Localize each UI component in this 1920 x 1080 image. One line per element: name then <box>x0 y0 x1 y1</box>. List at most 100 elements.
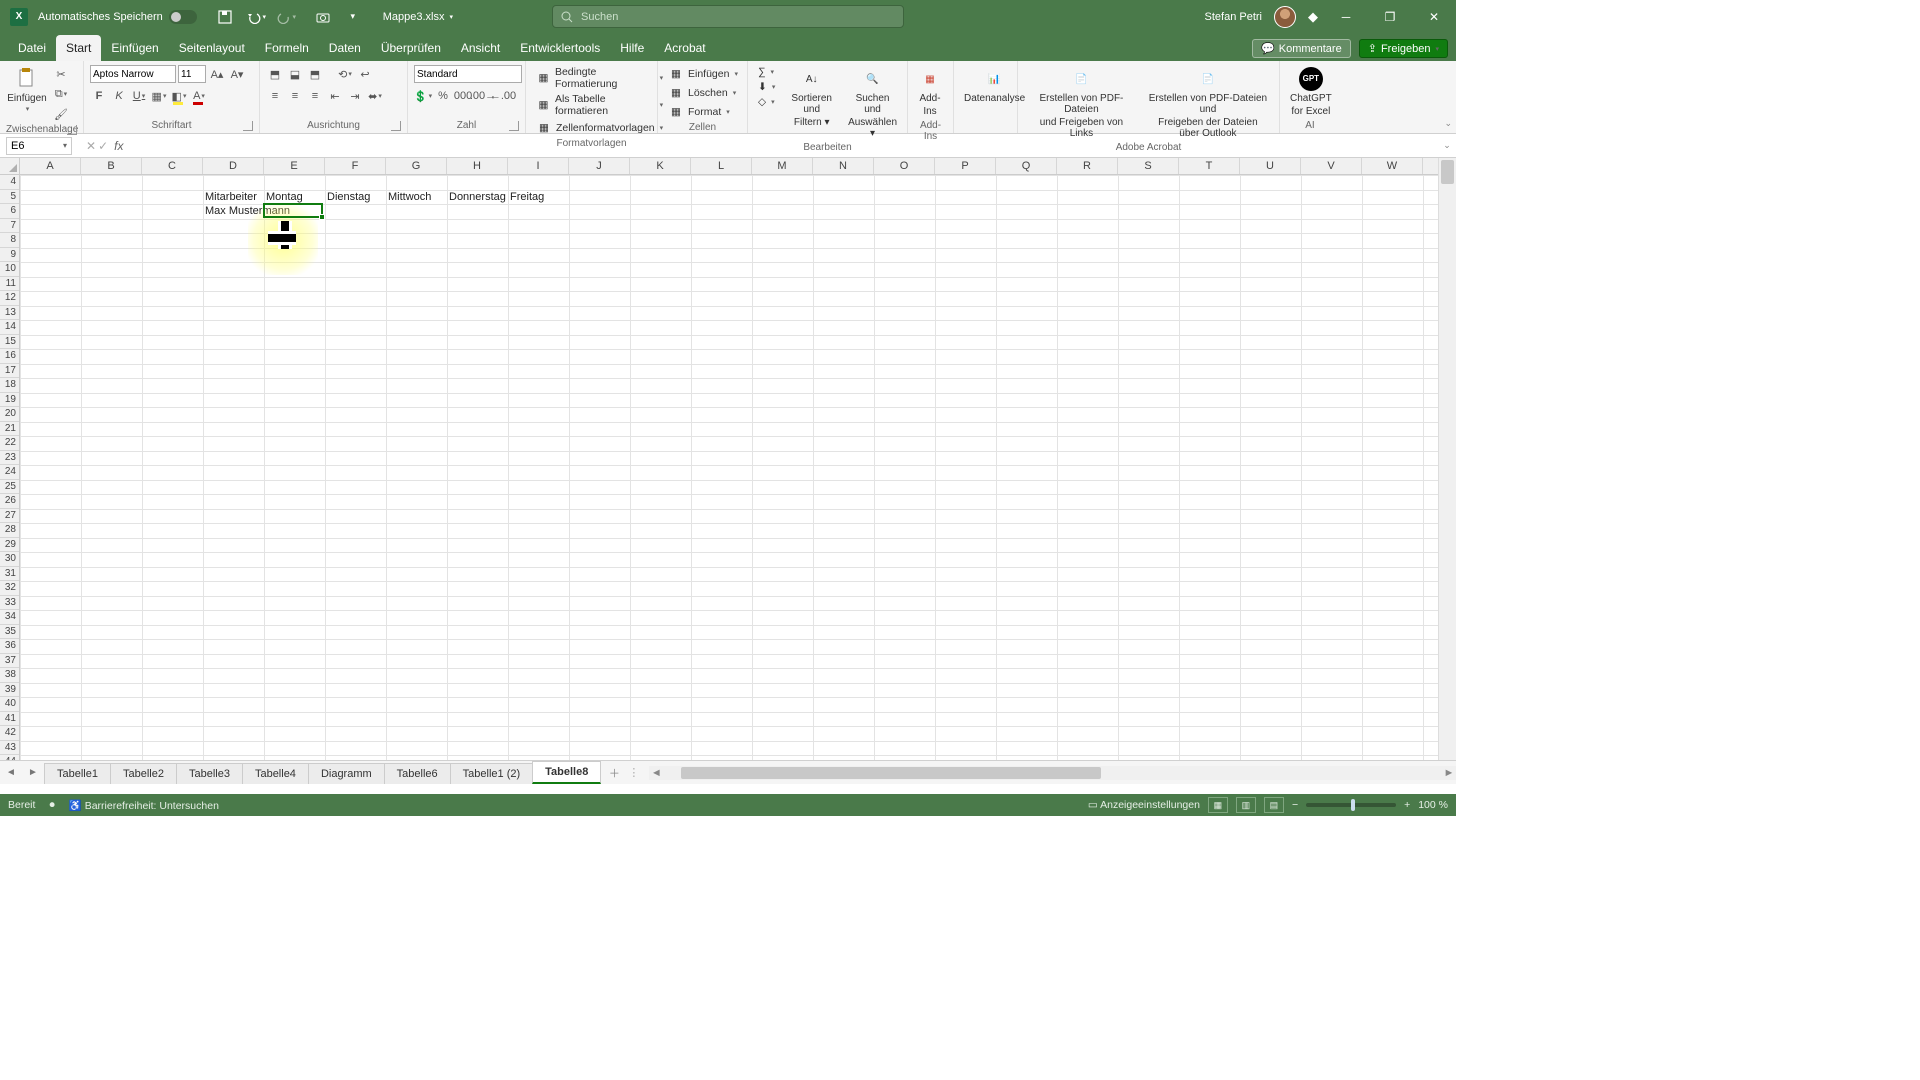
percent-button[interactable]: % <box>434 87 452 105</box>
row-header-6[interactable]: 6 <box>0 204 19 219</box>
col-header-W[interactable]: W <box>1362 158 1423 174</box>
menu-seitenlayout[interactable]: Seitenlayout <box>169 35 255 61</box>
add-sheet-button[interactable]: ＋ <box>600 765 628 781</box>
undo-button[interactable]: ▾ <box>243 3 271 31</box>
sheet-tab-Diagramm[interactable]: Diagramm <box>308 763 385 784</box>
row-header-8[interactable]: 8 <box>0 233 19 248</box>
chevron-down-icon[interactable]: ▾ <box>450 13 454 21</box>
row-header-7[interactable]: 7 <box>0 219 19 234</box>
horizontal-scrollbar[interactable] <box>681 767 1424 779</box>
row-header-33[interactable]: 33 <box>0 596 19 611</box>
vertical-scrollbar[interactable] <box>1438 158 1456 766</box>
addins-button[interactable]: ▦Add-Ins <box>914 65 946 119</box>
cell-D6[interactable]: Max Mustermann <box>203 204 290 219</box>
acrobat-share-outlook-button[interactable]: 📄Erstellen von PDF-Dateien undFreigeben … <box>1143 65 1273 141</box>
decrease-indent-button[interactable]: ⇤ <box>326 87 344 105</box>
sheet-tab-Tabelle2[interactable]: Tabelle2 <box>110 763 177 784</box>
row-header-12[interactable]: 12 <box>0 291 19 306</box>
zoom-in-button[interactable]: + <box>1404 799 1410 811</box>
format-cells-button[interactable]: ▦Format▾ <box>664 103 742 121</box>
align-left-button[interactable]: ≡ <box>266 87 284 105</box>
row-header-27[interactable]: 27 <box>0 509 19 524</box>
insert-cells-button[interactable]: ▦Einfügen▾ <box>664 65 742 83</box>
confirm-formula-button[interactable]: ✓ <box>98 139 108 153</box>
cell-H5[interactable]: Donnerstag <box>447 190 506 205</box>
row-header-24[interactable]: 24 <box>0 465 19 480</box>
row-header-19[interactable]: 19 <box>0 393 19 408</box>
cell-G5[interactable]: Mittwoch <box>386 190 431 205</box>
underline-button[interactable]: U▾ <box>130 87 148 105</box>
row-header-31[interactable]: 31 <box>0 567 19 582</box>
row-header-20[interactable]: 20 <box>0 407 19 422</box>
menu-ansicht[interactable]: Ansicht <box>451 35 510 61</box>
restore-button[interactable]: ❐ <box>1374 1 1406 33</box>
user-name[interactable]: Stefan Petri <box>1205 11 1262 23</box>
col-header-R[interactable]: R <box>1057 158 1118 174</box>
col-header-N[interactable]: N <box>813 158 874 174</box>
font-size-select[interactable] <box>178 65 206 83</box>
find-select-button[interactable]: 🔍Suchen undAuswählen ▾ <box>844 65 901 141</box>
col-header-L[interactable]: L <box>691 158 752 174</box>
fx-icon[interactable]: fx <box>114 139 123 153</box>
normal-view-button[interactable]: ▦ <box>1208 797 1228 813</box>
orientation-button[interactable]: ⟲▾ <box>336 65 354 83</box>
col-header-J[interactable]: J <box>569 158 630 174</box>
row-header-38[interactable]: 38 <box>0 668 19 683</box>
font-dialog-launcher[interactable] <box>243 121 253 131</box>
align-right-button[interactable]: ≡ <box>306 87 324 105</box>
row-header-39[interactable]: 39 <box>0 683 19 698</box>
col-header-E[interactable]: E <box>264 158 325 174</box>
share-button[interactable]: ⇪Freigeben▾ <box>1359 39 1448 58</box>
cut-button[interactable]: ✂ <box>52 65 70 83</box>
clipboard-dialog-launcher[interactable] <box>67 125 77 135</box>
menu-formeln[interactable]: Formeln <box>255 35 319 61</box>
col-header-P[interactable]: P <box>935 158 996 174</box>
sheet-tab-Tabelle1[interactable]: Tabelle1 <box>44 763 111 784</box>
sort-filter-button[interactable]: A↓Sortieren undFiltern ▾ <box>783 65 840 130</box>
row-header-43[interactable]: 43 <box>0 741 19 756</box>
page-break-view-button[interactable]: ▤ <box>1264 797 1284 813</box>
sheet-tab-Tabelle3[interactable]: Tabelle3 <box>176 763 243 784</box>
row-header-36[interactable]: 36 <box>0 639 19 654</box>
zoom-slider[interactable] <box>1306 803 1396 807</box>
redo-button[interactable]: ▾ <box>273 3 301 31</box>
cancel-formula-button[interactable]: ✕ <box>86 139 96 153</box>
cell-D5[interactable]: Mitarbeiter <box>203 190 257 205</box>
autosum-button[interactable]: ∑▾ <box>754 65 779 79</box>
row-header-18[interactable]: 18 <box>0 378 19 393</box>
page-layout-view-button[interactable]: ▥ <box>1236 797 1256 813</box>
acrobat-create-link-button[interactable]: 📄Erstellen von PDF-Dateienund Freigeben … <box>1024 65 1139 141</box>
cell-F5[interactable]: Dienstag <box>325 190 370 205</box>
hscroll-left-button[interactable]: ◄ <box>649 767 663 779</box>
sheet-tab-Tabelle4[interactable]: Tabelle4 <box>242 763 309 784</box>
col-header-A[interactable]: A <box>20 158 81 174</box>
diamond-icon[interactable]: ◆ <box>1308 9 1318 25</box>
row-header-25[interactable]: 25 <box>0 480 19 495</box>
col-header-C[interactable]: C <box>142 158 203 174</box>
macro-record-icon[interactable]: ⏺ <box>49 799 54 812</box>
qat-more-button[interactable]: ▾ <box>339 3 367 31</box>
sheet-tab-Tabelle6[interactable]: Tabelle6 <box>384 763 451 784</box>
sheet-tab-Tabelle1-(2)[interactable]: Tabelle1 (2) <box>450 763 533 784</box>
menu-daten[interactable]: Daten <box>319 35 371 61</box>
row-header-15[interactable]: 15 <box>0 335 19 350</box>
border-button[interactable]: ▦▾ <box>150 87 168 105</box>
minimize-button[interactable]: ─ <box>1330 1 1362 33</box>
col-header-O[interactable]: O <box>874 158 935 174</box>
menu-einfügen[interactable]: Einfügen <box>101 35 168 61</box>
row-header-22[interactable]: 22 <box>0 436 19 451</box>
row-header-14[interactable]: 14 <box>0 320 19 335</box>
hscroll-right-button[interactable]: ► <box>1442 767 1456 779</box>
decrease-font-button[interactable]: A▾ <box>228 65 246 83</box>
search-input[interactable]: Suchen <box>552 5 904 28</box>
alignment-dialog-launcher[interactable] <box>391 121 401 131</box>
cell-styles-button[interactable]: ▦Zellenformatvorlagen▾ <box>532 119 667 137</box>
accessibility-status[interactable]: ♿ Barrierefreiheit: Untersuchen <box>69 799 219 812</box>
col-header-I[interactable]: I <box>508 158 569 174</box>
align-center-button[interactable]: ≡ <box>286 87 304 105</box>
conditional-formatting-button[interactable]: ▦Bedingte Formatierung▾ <box>532 65 667 91</box>
close-button[interactable]: ✕ <box>1418 1 1450 33</box>
display-settings-button[interactable]: ▭ Anzeigeeinstellungen <box>1088 799 1200 811</box>
row-header-16[interactable]: 16 <box>0 349 19 364</box>
align-middle-button[interactable]: ⬓ <box>286 65 304 83</box>
